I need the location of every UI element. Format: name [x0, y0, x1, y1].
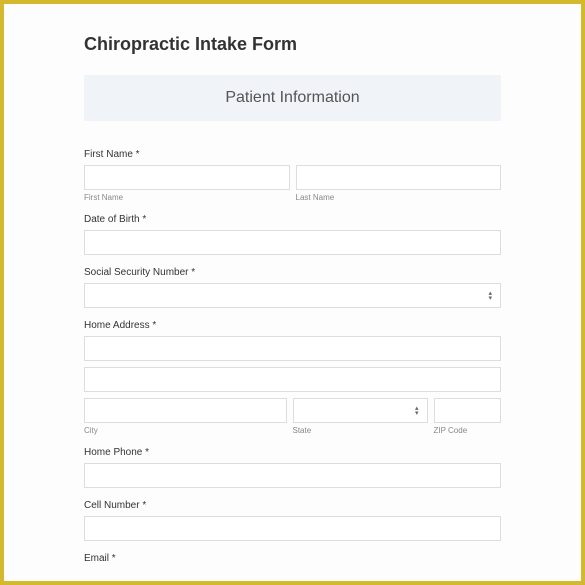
state-sublabel: State — [293, 426, 428, 435]
home-phone-input[interactable] — [84, 463, 501, 488]
page-title: Chiropractic Intake Form — [84, 34, 501, 55]
address-line1-input[interactable] — [84, 336, 501, 361]
spinner-icon: ▴▾ — [415, 406, 419, 416]
last-name-sublabel: Last Name — [296, 193, 502, 202]
dob-input[interactable] — [84, 230, 501, 255]
city-input[interactable] — [84, 398, 287, 423]
last-name-input[interactable] — [296, 165, 502, 190]
state-select[interactable]: ▴▾ — [293, 398, 428, 423]
email-label: Email * — [84, 553, 501, 564]
zip-input[interactable] — [434, 398, 502, 423]
cell-number-label: Cell Number * — [84, 500, 501, 511]
address-line2-input[interactable] — [84, 367, 501, 392]
city-sublabel: City — [84, 426, 287, 435]
form-content: Chiropractic Intake Form Patient Informa… — [14, 34, 571, 564]
ssn-label: Social Security Number * — [84, 267, 501, 278]
first-name-input[interactable] — [84, 165, 290, 190]
spinner-icon: ▴▾ — [488, 291, 492, 301]
section-header: Patient Information — [84, 75, 501, 121]
home-phone-label: Home Phone * — [84, 447, 501, 458]
zip-sublabel: ZIP Code — [434, 426, 502, 435]
first-name-label: First Name * — [84, 149, 501, 160]
dob-label: Date of Birth * — [84, 214, 501, 225]
ssn-input[interactable]: ▴▾ — [84, 283, 501, 308]
first-name-sublabel: First Name — [84, 193, 290, 202]
home-address-label: Home Address * — [84, 320, 501, 331]
cell-number-input[interactable] — [84, 516, 501, 541]
form-frame: Chiropractic Intake Form Patient Informa… — [0, 0, 585, 585]
